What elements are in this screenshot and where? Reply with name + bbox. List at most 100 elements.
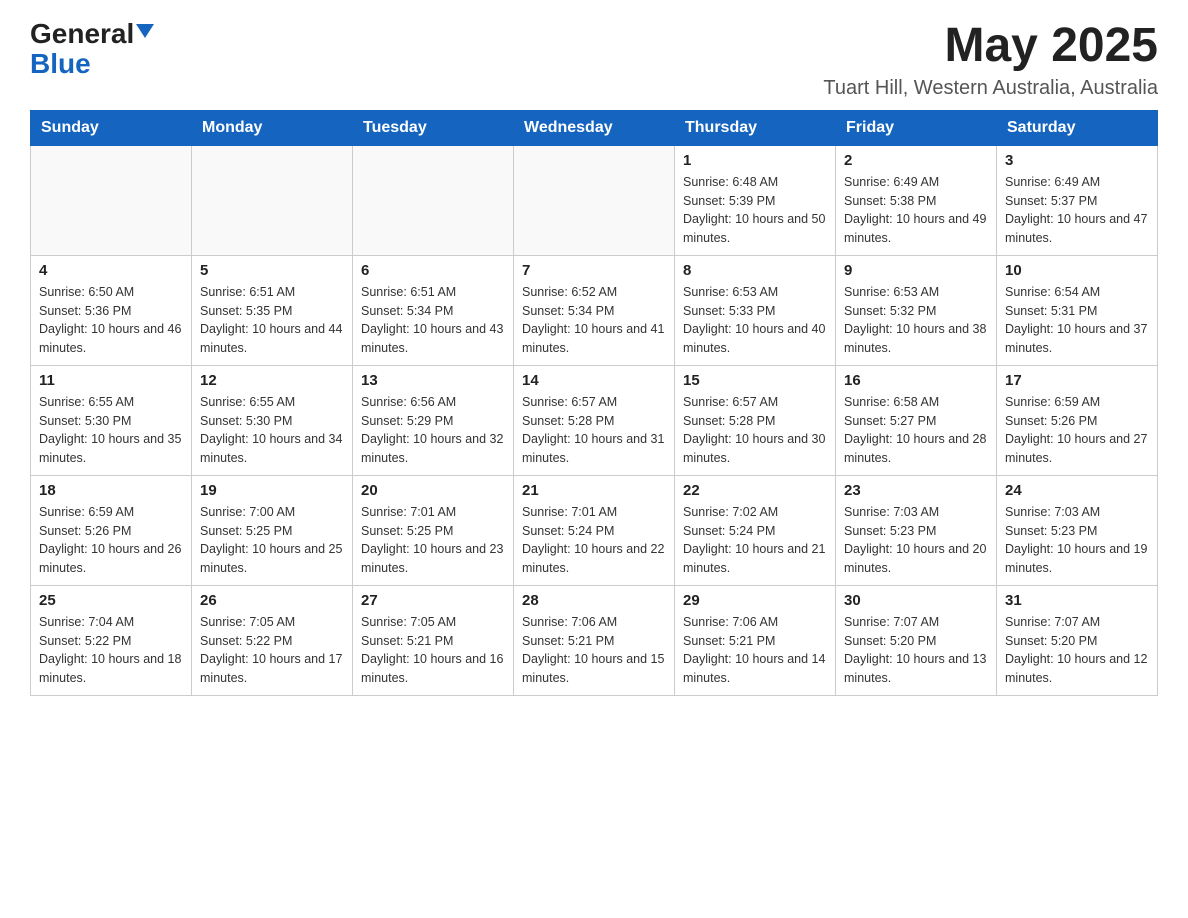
calendar-day-23: 23 Sunrise: 7:03 AMSunset: 5:23 PMDayligh… (836, 475, 997, 585)
day-info: Sunrise: 7:07 AMSunset: 5:20 PMDaylight:… (1005, 613, 1149, 688)
calendar-day-16: 16Sunrise: 6:58 AMSunset: 5:27 PMDayligh… (836, 365, 997, 475)
calendar-header-sunday: Sunday (31, 110, 192, 145)
day-number: 5 (200, 262, 344, 279)
header: General Blue May 2025 Tuart Hill, Wester… (30, 20, 1158, 100)
day-number: 9 (844, 262, 988, 279)
day-info: Sunrise: 6:51 AMSunset: 5:35 PMDaylight:… (200, 283, 344, 358)
day-number: 31 (1005, 592, 1149, 609)
day-info: Sunrise: 6:55 AMSunset: 5:30 PMDaylight:… (39, 393, 183, 468)
calendar-day-10: 10 Sunrise: 6:54 AMSunset: 5:31 PMDayligh… (997, 255, 1158, 365)
day-info: Sunrise: 6:49 AMSunset: 5:37 PMDaylight:… (1005, 173, 1149, 248)
logo-triangle-icon (136, 24, 154, 38)
calendar-day-18: 18Sunrise: 6:59 AMSunset: 5:26 PMDayligh… (31, 475, 192, 585)
calendar-day-21: 21Sunrise: 7:01 AMSunset: 5:24 PMDayligh… (514, 475, 675, 585)
title-area: May 2025 Tuart Hill, Western Australia, … (823, 20, 1158, 100)
day-number: 15 (683, 372, 827, 389)
calendar-day-26: 26 Sunrise: 7:05 AMSunset: 5:22 PMDayligh… (192, 585, 353, 695)
calendar-day-28: 28 Sunrise: 7:06 AMSunset: 5:21 PMDayligh… (514, 585, 675, 695)
calendar-empty-cell (31, 145, 192, 255)
day-number: 22 (683, 482, 827, 499)
calendar-header-friday: Friday (836, 110, 997, 145)
calendar-day-30: 30Sunrise: 7:07 AMSunset: 5:20 PMDayligh… (836, 585, 997, 695)
day-number: 13 (361, 372, 505, 389)
calendar-header-tuesday: Tuesday (353, 110, 514, 145)
day-info: Sunrise: 7:04 AMSunset: 5:22 PMDaylight:… (39, 613, 183, 688)
day-info: Sunrise: 7:01 AMSunset: 5:24 PMDaylight:… (522, 503, 666, 578)
calendar-day-24: 24Sunrise: 7:03 AMSunset: 5:23 PMDayligh… (997, 475, 1158, 585)
calendar-day-25: 25Sunrise: 7:04 AMSunset: 5:22 PMDayligh… (31, 585, 192, 695)
day-info: Sunrise: 6:55 AMSunset: 5:30 PMDaylight:… (200, 393, 344, 468)
day-number: 2 (844, 152, 988, 169)
day-info: Sunrise: 6:54 AMSunset: 5:31 PMDaylight:… (1005, 283, 1149, 358)
calendar-week-row: 1 Sunrise: 6:48 AMSunset: 5:39 PMDaylight… (31, 145, 1158, 255)
day-number: 26 (200, 592, 344, 609)
day-number: 4 (39, 262, 183, 279)
day-number: 28 (522, 592, 666, 609)
calendar-day-17: 17 Sunrise: 6:59 AMSunset: 5:26 PMDayligh… (997, 365, 1158, 475)
day-info: Sunrise: 7:06 AMSunset: 5:21 PMDaylight:… (522, 613, 666, 688)
day-info: Sunrise: 7:00 AMSunset: 5:25 PMDaylight:… (200, 503, 344, 578)
logo-general: General (30, 20, 134, 48)
calendar-day-2: 2 Sunrise: 6:49 AMSunset: 5:38 PMDaylight… (836, 145, 997, 255)
calendar-day-22: 22Sunrise: 7:02 AMSunset: 5:24 PMDayligh… (675, 475, 836, 585)
calendar-day-7: 7 Sunrise: 6:52 AMSunset: 5:34 PMDaylight… (514, 255, 675, 365)
day-info: Sunrise: 6:51 AMSunset: 5:34 PMDaylight:… (361, 283, 505, 358)
day-info: Sunrise: 6:49 AMSunset: 5:38 PMDaylight:… (844, 173, 988, 248)
day-number: 18 (39, 482, 183, 499)
day-number: 17 (1005, 372, 1149, 389)
calendar-day-4: 4 Sunrise: 6:50 AMSunset: 5:36 PMDaylight… (31, 255, 192, 365)
day-info: Sunrise: 7:07 AMSunset: 5:20 PMDaylight:… (844, 613, 988, 688)
day-number: 20 (361, 482, 505, 499)
calendar-header-monday: Monday (192, 110, 353, 145)
calendar-day-13: 13 Sunrise: 6:56 AMSunset: 5:29 PMDayligh… (353, 365, 514, 475)
calendar-header-row: SundayMondayTuesdayWednesdayThursdayFrid… (31, 110, 1158, 145)
calendar-week-row: 4 Sunrise: 6:50 AMSunset: 5:36 PMDaylight… (31, 255, 1158, 365)
calendar-day-6: 6 Sunrise: 6:51 AMSunset: 5:34 PMDaylight… (353, 255, 514, 365)
calendar-week-row: 25Sunrise: 7:04 AMSunset: 5:22 PMDayligh… (31, 585, 1158, 695)
day-number: 16 (844, 372, 988, 389)
day-info: Sunrise: 7:05 AMSunset: 5:21 PMDaylight:… (361, 613, 505, 688)
day-info: Sunrise: 6:59 AMSunset: 5:26 PMDaylight:… (1005, 393, 1149, 468)
day-info: Sunrise: 7:03 AMSunset: 5:23 PMDaylight:… (1005, 503, 1149, 578)
calendar-day-11: 11Sunrise: 6:55 AMSunset: 5:30 PMDayligh… (31, 365, 192, 475)
day-number: 27 (361, 592, 505, 609)
calendar-empty-cell (514, 145, 675, 255)
day-info: Sunrise: 6:57 AMSunset: 5:28 PMDaylight:… (522, 393, 666, 468)
day-number: 19 (200, 482, 344, 499)
logo: General Blue (30, 20, 154, 80)
calendar-header-thursday: Thursday (675, 110, 836, 145)
calendar-header-saturday: Saturday (997, 110, 1158, 145)
calendar-day-14: 14 Sunrise: 6:57 AMSunset: 5:28 PMDayligh… (514, 365, 675, 475)
calendar-day-15: 15 Sunrise: 6:57 AMSunset: 5:28 PMDayligh… (675, 365, 836, 475)
day-info: Sunrise: 6:53 AMSunset: 5:32 PMDaylight:… (844, 283, 988, 358)
day-number: 7 (522, 262, 666, 279)
day-info: Sunrise: 6:50 AMSunset: 5:36 PMDaylight:… (39, 283, 183, 358)
calendar-day-8: 8 Sunrise: 6:53 AMSunset: 5:33 PMDaylight… (675, 255, 836, 365)
calendar-empty-cell (353, 145, 514, 255)
day-info: Sunrise: 6:57 AMSunset: 5:28 PMDaylight:… (683, 393, 827, 468)
location-subtitle: Tuart Hill, Western Australia, Australia (823, 77, 1158, 100)
calendar-day-19: 19 Sunrise: 7:00 AMSunset: 5:25 PMDayligh… (192, 475, 353, 585)
day-info: Sunrise: 7:01 AMSunset: 5:25 PMDaylight:… (361, 503, 505, 578)
day-number: 23 (844, 482, 988, 499)
month-year-title: May 2025 (823, 20, 1158, 73)
day-number: 1 (683, 152, 827, 169)
day-info: Sunrise: 6:53 AMSunset: 5:33 PMDaylight:… (683, 283, 827, 358)
calendar-day-1: 1 Sunrise: 6:48 AMSunset: 5:39 PMDaylight… (675, 145, 836, 255)
day-number: 14 (522, 372, 666, 389)
day-info: Sunrise: 7:05 AMSunset: 5:22 PMDaylight:… (200, 613, 344, 688)
day-number: 6 (361, 262, 505, 279)
day-number: 12 (200, 372, 344, 389)
calendar-day-9: 9 Sunrise: 6:53 AMSunset: 5:32 PMDaylight… (836, 255, 997, 365)
day-number: 8 (683, 262, 827, 279)
calendar-day-5: 5 Sunrise: 6:51 AMSunset: 5:35 PMDaylight… (192, 255, 353, 365)
day-info: Sunrise: 7:03 AMSunset: 5:23 PMDaylight:… (844, 503, 988, 578)
day-number: 29 (683, 592, 827, 609)
day-info: Sunrise: 6:48 AMSunset: 5:39 PMDaylight:… (683, 173, 827, 248)
calendar-header-wednesday: Wednesday (514, 110, 675, 145)
calendar-day-12: 12 Sunrise: 6:55 AMSunset: 5:30 PMDayligh… (192, 365, 353, 475)
day-number: 10 (1005, 262, 1149, 279)
day-info: Sunrise: 6:56 AMSunset: 5:29 PMDaylight:… (361, 393, 505, 468)
calendar-day-31: 31 Sunrise: 7:07 AMSunset: 5:20 PMDayligh… (997, 585, 1158, 695)
day-info: Sunrise: 6:52 AMSunset: 5:34 PMDaylight:… (522, 283, 666, 358)
